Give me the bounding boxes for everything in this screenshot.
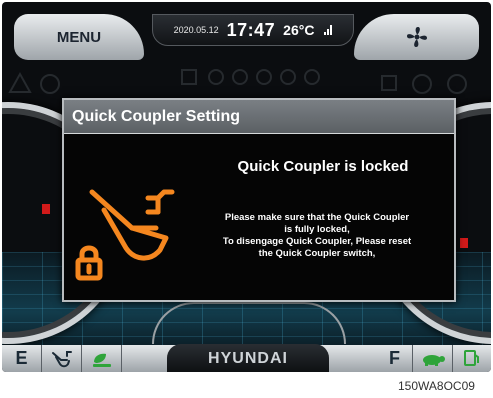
lamp-icon bbox=[304, 69, 320, 85]
lamp-icon bbox=[381, 75, 397, 91]
dialog-message: Please make sure that the Quick Coupler … bbox=[186, 212, 448, 260]
lamp-icon bbox=[181, 69, 197, 85]
travel-speed-indicator[interactable] bbox=[413, 345, 453, 372]
warning-icon bbox=[8, 71, 32, 93]
fuel-icon bbox=[464, 349, 479, 366]
empty-indicator: E bbox=[2, 345, 42, 372]
menu-button-label: MENU bbox=[56, 28, 102, 46]
dialog-title: Quick Coupler Setting bbox=[64, 100, 454, 134]
lamp-icon bbox=[280, 69, 296, 85]
dialog-message-line: Please make sure that the Quick Coupler bbox=[224, 212, 410, 223]
dialog-message-line: To disengage Quick Coupler, Please reset bbox=[222, 236, 412, 247]
dialog-message-line: is fully locked, bbox=[284, 224, 350, 235]
warning-lamp-row bbox=[8, 69, 467, 94]
menu-button[interactable]: MENU bbox=[14, 14, 144, 60]
full-indicator: F bbox=[377, 345, 413, 372]
lamp-icon bbox=[40, 74, 60, 94]
figure-caption: 150WA8OC09 bbox=[398, 379, 475, 393]
lamp-icon bbox=[232, 69, 248, 85]
fuel-status[interactable] bbox=[453, 345, 491, 372]
quick-coupler-status[interactable] bbox=[42, 345, 82, 372]
brand-plate: HYUNDAI bbox=[167, 344, 329, 372]
lamp-icon bbox=[412, 74, 432, 94]
time-readout: 17:47 bbox=[226, 19, 276, 40]
fan-button[interactable] bbox=[354, 14, 479, 60]
display-screen: MENU 2020.05.12 17:47 26°C Quick Coupler… bbox=[2, 2, 491, 372]
status-bar: 2020.05.12 17:47 26°C bbox=[152, 14, 354, 46]
full-label: F bbox=[389, 348, 400, 368]
gauge-red-mark bbox=[42, 204, 50, 214]
eco-mode-indicator[interactable] bbox=[82, 345, 122, 372]
dialog-message-line: the Quick Coupler switch, bbox=[258, 248, 376, 259]
quick-coupler-dialog: Quick Coupler Setting Quick Coupler is l… bbox=[62, 98, 456, 302]
eco-icon bbox=[92, 353, 111, 367]
dialog-heading: Quick Coupler is locked bbox=[237, 158, 409, 175]
gauge-red-mark bbox=[460, 238, 468, 248]
signal-icon bbox=[324, 25, 333, 35]
quick-coupler-icon bbox=[51, 350, 72, 367]
quick-coupler-locked-icon bbox=[75, 189, 175, 281]
center-gauge-arc bbox=[152, 302, 346, 344]
turtle-icon bbox=[422, 354, 445, 366]
lamp-icon bbox=[256, 69, 272, 85]
brand-logo: HYUNDAI bbox=[208, 349, 288, 367]
empty-label: E bbox=[15, 348, 28, 368]
lamp-icon bbox=[208, 69, 224, 85]
temperature-readout: 26°C bbox=[283, 22, 315, 38]
date-readout: 2020.05.12 bbox=[173, 25, 219, 35]
lamp-icon bbox=[447, 74, 467, 94]
fan-icon bbox=[406, 27, 427, 47]
